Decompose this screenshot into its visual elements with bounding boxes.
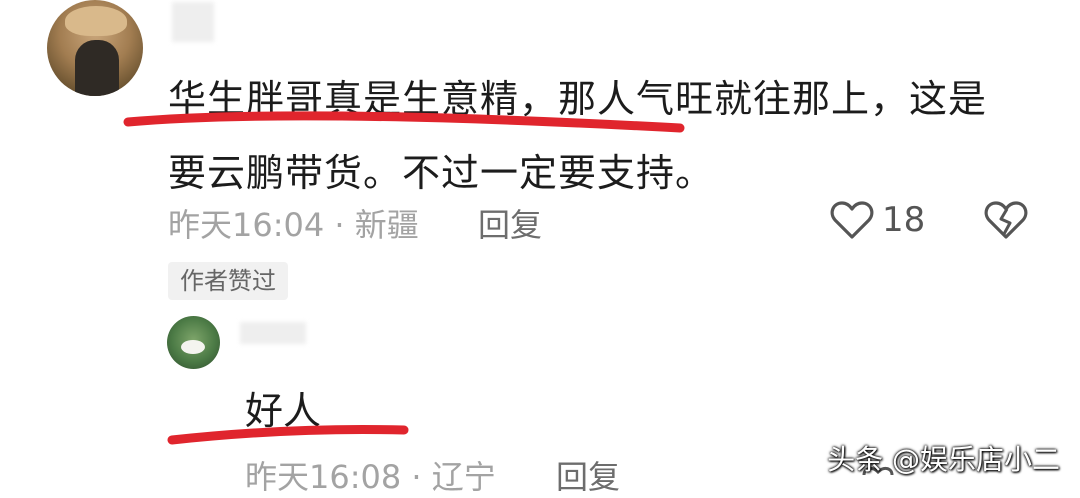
comment-meta: 昨天16:04 · 新疆 — [168, 200, 419, 246]
meta-separator: · — [334, 206, 355, 244]
author-liked-badge: 作者赞过 — [168, 262, 288, 300]
user-avatar[interactable] — [47, 0, 143, 96]
like-button[interactable]: 18 — [830, 198, 930, 244]
username-redacted[interactable] — [240, 322, 306, 344]
avatar-swan-detail — [181, 340, 205, 354]
username-redacted[interactable] — [172, 2, 214, 42]
broken-heart-icon[interactable] — [984, 200, 1028, 240]
reply-button[interactable]: 回复 — [556, 452, 620, 498]
like-count: 18 — [882, 200, 926, 240]
red-underline-annotation — [123, 111, 685, 133]
comment-location: 新疆 — [354, 206, 419, 244]
heart-icon — [830, 201, 874, 239]
reply-time: 昨天16:08 — [245, 458, 402, 496]
user-avatar[interactable] — [167, 316, 220, 369]
comment-time: 昨天16:04 — [168, 206, 325, 244]
meta-separator: · — [411, 458, 432, 496]
reply-meta: 昨天16:08 · 辽宁 — [245, 452, 496, 498]
red-underline-annotation — [167, 424, 409, 445]
reply-button[interactable]: 回复 — [478, 200, 542, 246]
avatar-figure-detail — [75, 40, 119, 96]
avatar-hat-detail — [65, 6, 127, 36]
watermark: 头条 @娱乐店小二 — [827, 443, 1060, 476]
reply-location: 辽宁 — [431, 458, 496, 496]
